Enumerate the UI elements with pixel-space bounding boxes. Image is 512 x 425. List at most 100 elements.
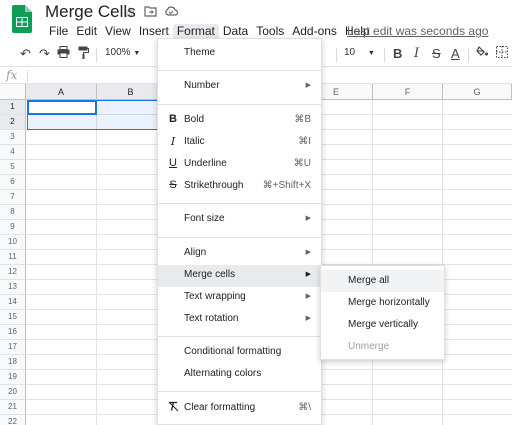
row-header[interactable]: 14: [0, 295, 26, 310]
toolbar-divider: [336, 48, 337, 62]
shortcut-label: ⌘U: [293, 158, 311, 169]
submenu-item-label: Merge horizontally: [348, 297, 430, 308]
row-header[interactable]: 16: [0, 325, 26, 340]
menu-item-number[interactable]: Number ▶: [158, 76, 321, 98]
row-header[interactable]: 9: [0, 220, 26, 235]
active-cell-a1[interactable]: [27, 100, 97, 115]
menu-item-text-rotation[interactable]: Text rotation ▶: [158, 309, 321, 331]
strikethrough-icon[interactable]: S: [432, 46, 441, 62]
column-header-g[interactable]: G: [443, 84, 512, 100]
row-header[interactable]: 18: [0, 355, 26, 370]
submenu-arrow-icon: ▶: [305, 271, 311, 278]
submenu-item-merge-vertically[interactable]: Merge vertically: [321, 314, 444, 336]
row-header[interactable]: 2: [0, 115, 26, 130]
submenu-arrow-icon: ▶: [305, 215, 311, 222]
fill-color-icon[interactable]: [476, 45, 489, 63]
menu-item-label: Font size: [184, 213, 225, 224]
row-header[interactable]: 15: [0, 310, 26, 325]
column-gridline: [96, 100, 97, 425]
menu-item-bold[interactable]: B Bold ⌘B: [158, 110, 321, 132]
menu-item-text-wrapping[interactable]: Text wrapping ▶: [158, 287, 321, 309]
row-header[interactable]: 10: [0, 235, 26, 250]
menu-item-label: Text wrapping: [184, 291, 246, 302]
cloud-saved-icon[interactable]: [164, 4, 179, 20]
menu-item-theme[interactable]: Theme: [158, 43, 321, 65]
shortcut-label: ⌘+Shift+X: [262, 180, 311, 191]
font-size-select[interactable]: 10 ▼: [344, 47, 375, 58]
submenu-item-merge-all[interactable]: Merge all: [321, 270, 444, 292]
fx-icon: fx: [6, 68, 18, 82]
submenu-item-unmerge: Unmerge: [321, 336, 444, 358]
menu-divider: [158, 203, 321, 204]
menu-item-label: Italic: [184, 136, 205, 147]
row-header[interactable]: 1: [0, 100, 26, 115]
submenu-item-label: Merge vertically: [348, 319, 419, 330]
italic-icon[interactable]: I: [414, 46, 419, 62]
menu-edit[interactable]: Edit: [72, 24, 101, 40]
zoom-select[interactable]: 100% ▼: [105, 47, 140, 58]
redo-icon[interactable]: ↷: [39, 46, 50, 62]
bold-icon[interactable]: B: [393, 46, 402, 62]
underline-icon: U: [169, 157, 177, 169]
menu-item-label: Strikethrough: [184, 180, 244, 191]
print-icon[interactable]: [57, 46, 70, 62]
column-header-b[interactable]: B: [97, 84, 165, 100]
move-folder-icon[interactable]: [144, 4, 157, 20]
row-header[interactable]: 7: [0, 190, 26, 205]
column-header-a[interactable]: A: [26, 84, 97, 100]
menu-file[interactable]: File: [45, 24, 72, 40]
menu-item-align[interactable]: Align ▶: [158, 243, 321, 265]
menu-divider: [158, 70, 321, 71]
menu-item-italic[interactable]: I Italic ⌘I: [158, 132, 321, 154]
row-header[interactable]: 20: [0, 385, 26, 400]
column-gridline: [442, 100, 443, 425]
row-header[interactable]: 21: [0, 400, 26, 415]
row-header[interactable]: 5: [0, 160, 26, 175]
menu-item-label: Conditional formatting: [184, 346, 282, 357]
submenu-arrow-icon: ▶: [305, 315, 311, 322]
shortcut-label: ⌘B: [294, 114, 311, 125]
submenu-arrow-icon: ▶: [305, 249, 311, 256]
shortcut-label: ⌘I: [298, 136, 311, 147]
menu-item-label: Alternating colors: [184, 368, 262, 379]
menu-view[interactable]: View: [101, 24, 135, 40]
row-header[interactable]: 8: [0, 205, 26, 220]
row-header[interactable]: 11: [0, 250, 26, 265]
toolbar-divider: [384, 48, 385, 62]
menu-divider: [158, 336, 321, 337]
menu-item-underline[interactable]: U Underline ⌘U: [158, 154, 321, 176]
clear-formatting-icon: [167, 401, 179, 415]
bold-icon: B: [169, 113, 177, 125]
row-header[interactable]: 22: [0, 415, 26, 425]
menu-item-font-size[interactable]: Font size ▶: [158, 209, 321, 231]
chevron-down-icon: ▼: [367, 50, 375, 57]
row-header[interactable]: 3: [0, 130, 26, 145]
row-header[interactable]: 6: [0, 175, 26, 190]
paint-format-icon[interactable]: [78, 46, 89, 63]
star-icon[interactable]: ☆: [123, 4, 136, 21]
column-header-f[interactable]: F: [373, 84, 443, 100]
chevron-down-icon: ▼: [133, 50, 141, 57]
menu-item-label: Bold: [184, 114, 205, 125]
menu-item-merge-cells[interactable]: Merge cells ▶: [158, 265, 321, 287]
row-header[interactable]: 13: [0, 280, 26, 295]
select-all-corner[interactable]: [0, 84, 26, 100]
menu-item-label: Clear formatting: [184, 402, 256, 413]
merge-cells-submenu: Merge all Merge horizontally Merge verti…: [320, 265, 445, 360]
last-edit-link[interactable]: Last edit was seconds ago: [347, 24, 488, 38]
row-header[interactable]: 12: [0, 265, 26, 280]
menu-item-conditional-formatting[interactable]: Conditional formatting: [158, 342, 321, 364]
borders-icon[interactable]: [496, 46, 508, 62]
row-header[interactable]: 19: [0, 370, 26, 385]
row-header[interactable]: 4: [0, 145, 26, 160]
undo-icon[interactable]: ↶: [20, 46, 31, 62]
row-header[interactable]: 17: [0, 340, 26, 355]
submenu-item-merge-horizontally[interactable]: Merge horizontally: [321, 292, 444, 314]
sheets-logo[interactable]: [12, 5, 32, 33]
strikethrough-icon: S: [169, 179, 177, 191]
menu-item-alternating-colors[interactable]: Alternating colors: [158, 364, 321, 386]
menu-item-strikethrough[interactable]: S Strikethrough ⌘+Shift+X: [158, 176, 321, 198]
menu-item-clear-formatting[interactable]: Clear formatting ⌘\: [158, 398, 321, 420]
text-color-icon[interactable]: A: [451, 46, 460, 62]
italic-icon: I: [170, 135, 176, 148]
